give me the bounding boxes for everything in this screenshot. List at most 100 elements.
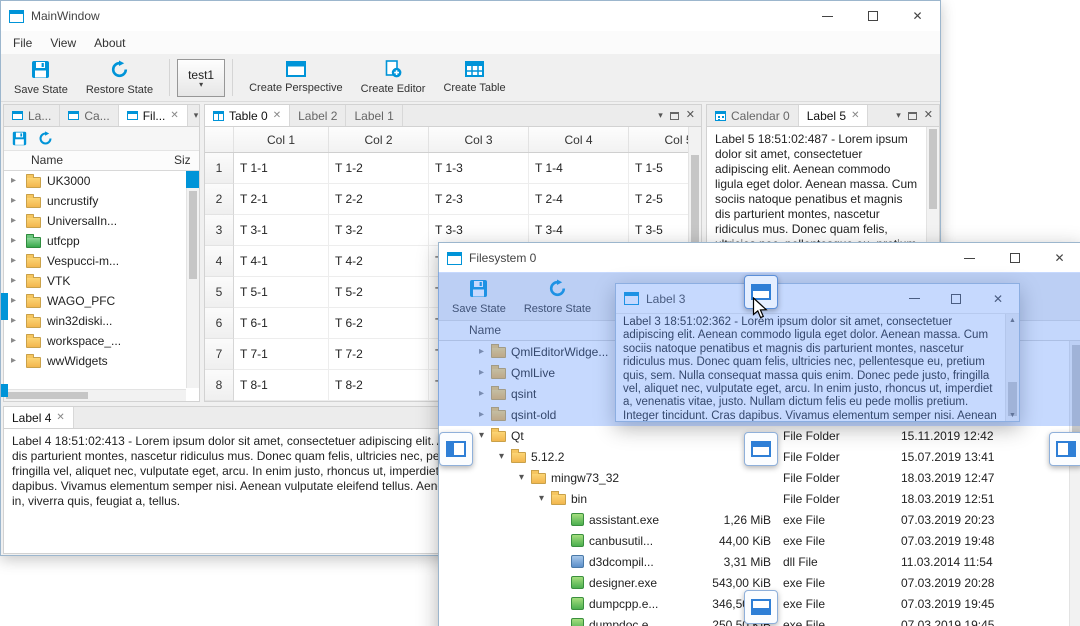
row-header[interactable]: 8: [205, 370, 234, 401]
fs-tree-item[interactable]: ▾ bin File Folder 18.03.2019 12:51: [439, 488, 1080, 509]
dock-close-icon[interactable]: ✕: [686, 110, 695, 121]
tree-horizontal-scrollbar[interactable]: [4, 389, 186, 401]
tab-calendar1[interactable]: Ca...: [60, 105, 119, 126]
row-header[interactable]: 6: [205, 308, 234, 339]
tree-item[interactable]: ▸ UK3000: [4, 171, 186, 191]
tree-item[interactable]: ▸ win32diski...: [4, 311, 186, 331]
table-cell[interactable]: T 8-2: [329, 370, 429, 401]
table-cell[interactable]: T 2-3: [429, 184, 529, 215]
float-icon[interactable]: [907, 111, 917, 120]
tab-label0[interactable]: La...: [4, 105, 61, 126]
dock-indicator-center[interactable]: [744, 432, 778, 466]
tab-label5[interactable]: Label 5 ✕: [798, 105, 869, 126]
tab-close-icon[interactable]: ✕: [273, 110, 281, 121]
expand-chevron-icon[interactable]: ▸: [11, 276, 20, 286]
tab-table0[interactable]: Table 0 ✕: [205, 105, 291, 126]
minimize-button[interactable]: [805, 1, 850, 31]
column-header-size[interactable]: Size: [174, 153, 191, 167]
table-cell[interactable]: T 1-3: [429, 153, 529, 184]
table-cell[interactable]: T 4-1: [234, 246, 329, 277]
autohide-sidebar-tab[interactable]: [1, 293, 8, 320]
column-header[interactable]: Col 1: [234, 127, 329, 152]
table-cell[interactable]: T 3-1: [234, 215, 329, 246]
table-cell[interactable]: T 7-1: [234, 339, 329, 370]
expand-chevron-icon[interactable]: ▸: [11, 236, 20, 246]
row-header[interactable]: 3: [205, 215, 234, 246]
table-cell[interactable]: T 5-1: [234, 277, 329, 308]
create-table-button[interactable]: Create Table: [434, 56, 514, 100]
perspective-combobox[interactable]: test1 ▾: [177, 58, 226, 97]
table-cell[interactable]: T 1-2: [329, 153, 429, 184]
menu-file[interactable]: File: [5, 33, 40, 53]
tab-label1[interactable]: Label 1: [346, 105, 403, 126]
tree-item[interactable]: ▸ utfcpp: [4, 231, 186, 251]
expand-chevron-icon[interactable]: ▸: [11, 176, 20, 186]
fs-tree-item[interactable]: d3dcompil... 3,31 MiB dll File 11.03.2014 1…: [439, 551, 1080, 572]
float-icon[interactable]: [669, 111, 679, 120]
expand-chevron-icon[interactable]: ▸: [11, 196, 20, 206]
table-cell[interactable]: T 7-2: [329, 339, 429, 370]
table-cell[interactable]: T 2-1: [234, 184, 329, 215]
tree-item[interactable]: ▸ VTK: [4, 271, 186, 291]
row-header[interactable]: 1: [205, 153, 234, 184]
table-cell[interactable]: T 6-1: [234, 308, 329, 339]
restore-state-button[interactable]: Restore State: [77, 56, 162, 100]
column-header[interactable]: Col 2: [329, 127, 429, 152]
column-header[interactable]: Col 4: [529, 127, 629, 152]
table-cell[interactable]: T 2-4: [529, 184, 629, 215]
tabs-menu-icon[interactable]: ▾: [896, 111, 901, 120]
expand-chevron-icon[interactable]: ▸: [11, 256, 20, 266]
autohide-sidebar-tab[interactable]: [1, 384, 8, 397]
table-cell[interactable]: T 4-2: [329, 246, 429, 277]
tree-restore-button[interactable]: [35, 129, 55, 149]
dock-indicator-left[interactable]: [439, 432, 473, 466]
tree-item[interactable]: ▸ uncrustify: [4, 191, 186, 211]
table-cell[interactable]: T 6-2: [329, 308, 429, 339]
table-cell[interactable]: T 8-1: [234, 370, 329, 401]
fs-tree-item[interactable]: ▾ mingw73_32 File Folder 18.03.2019 12:47: [439, 467, 1080, 488]
tree-save-button[interactable]: [9, 129, 29, 149]
row-header[interactable]: 4: [205, 246, 234, 277]
tabs-menu-icon[interactable]: ▾: [658, 111, 663, 120]
scrollbar-thumb[interactable]: [929, 129, 937, 209]
close-button[interactable]: ✕: [1037, 243, 1080, 273]
expand-chevron-icon[interactable]: ▾: [519, 472, 528, 483]
tree-item[interactable]: ▸ UniversalIn...: [4, 211, 186, 231]
expand-chevron-icon[interactable]: ▾: [539, 493, 548, 504]
expand-chevron-icon[interactable]: ▸: [11, 336, 20, 346]
menu-about[interactable]: About: [86, 33, 133, 53]
tree-item[interactable]: ▸ wwWidgets: [4, 351, 186, 371]
tree-item[interactable]: ▸ Vespucci-m...: [4, 251, 186, 271]
row-header[interactable]: 7: [205, 339, 234, 370]
create-perspective-button[interactable]: Create Perspective: [240, 56, 352, 100]
tabs-menu-icon[interactable]: ▾: [194, 111, 199, 120]
filesystem-titlebar[interactable]: Filesystem 0 ✕: [439, 243, 1080, 273]
maximize-button[interactable]: [992, 243, 1037, 273]
menu-view[interactable]: View: [42, 33, 84, 53]
expand-chevron-icon[interactable]: ▾: [479, 430, 488, 441]
table-cell[interactable]: T 5-2: [329, 277, 429, 308]
expand-chevron-icon[interactable]: ▸: [11, 316, 20, 326]
tree-header[interactable]: Name Size: [4, 151, 199, 171]
dock-close-icon[interactable]: ✕: [924, 110, 933, 121]
scrollbar-thumb[interactable]: [189, 191, 197, 279]
row-header[interactable]: 5: [205, 277, 234, 308]
table-cell[interactable]: T 2-2: [329, 184, 429, 215]
expand-chevron-icon[interactable]: ▸: [11, 356, 20, 366]
fs-tree-item[interactable]: assistant.exe 1,26 MiB exe File 07.03.2019 …: [439, 509, 1080, 530]
close-button[interactable]: ✕: [895, 1, 940, 31]
create-editor-button[interactable]: Create Editor: [352, 56, 435, 100]
tab-close-icon[interactable]: ✕: [851, 110, 859, 121]
tab-close-icon[interactable]: ✕: [170, 110, 178, 121]
minimize-button[interactable]: [947, 243, 992, 273]
tab-calendar0[interactable]: Calendar 0: [707, 105, 799, 126]
scrollbar-thumb[interactable]: [6, 392, 88, 399]
maximize-button[interactable]: [850, 1, 895, 31]
tab-filesystem[interactable]: Fil... ✕: [118, 105, 188, 126]
dock-indicator-bottom[interactable]: [744, 590, 778, 624]
table-cell[interactable]: T 3-2: [329, 215, 429, 246]
column-header[interactable]: Col 3: [429, 127, 529, 152]
expand-chevron-icon[interactable]: ▾: [499, 451, 508, 462]
tree-vertical-scrollbar[interactable]: [186, 188, 199, 388]
row-header[interactable]: 2: [205, 184, 234, 215]
